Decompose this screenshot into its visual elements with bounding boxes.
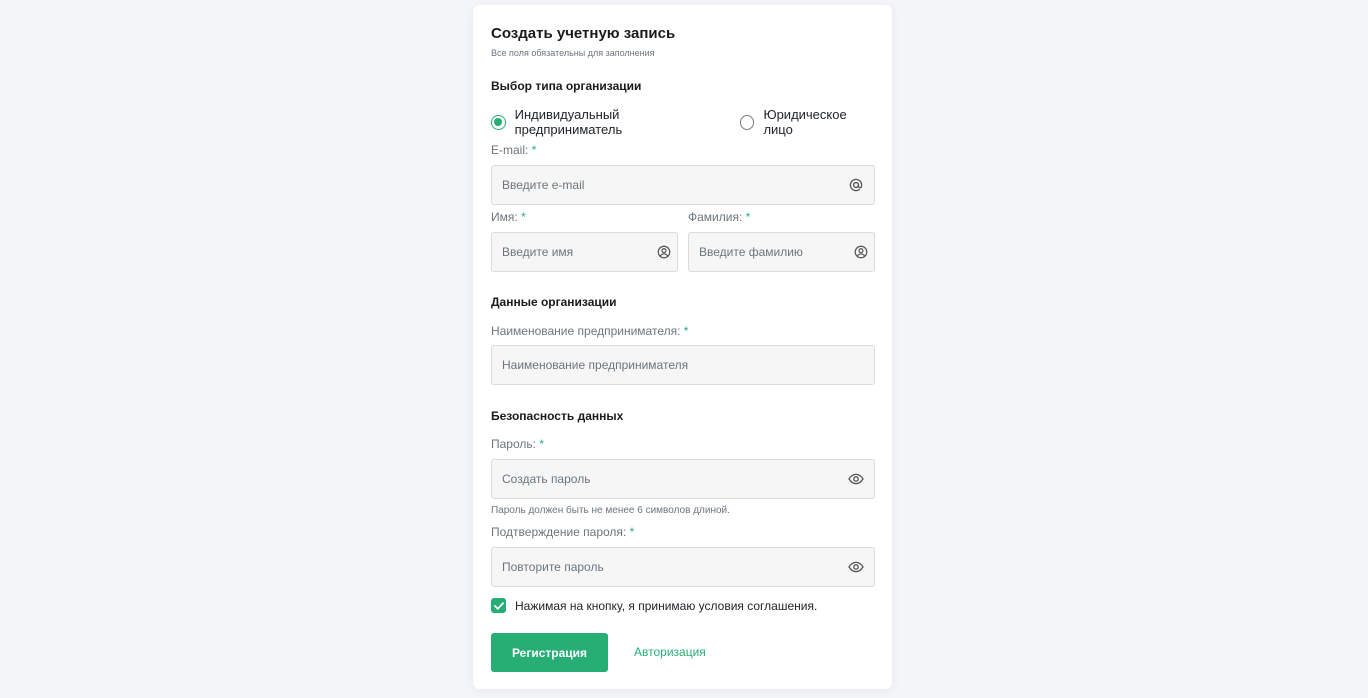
email-field-wrapper	[491, 165, 875, 205]
page-subtitle: Все поля обязательны для заполнения	[491, 48, 655, 58]
security-heading: Безопасность данных	[491, 409, 624, 423]
registration-card: Создать учетную запись Все поля обязател…	[473, 5, 892, 689]
org-name-field-wrapper	[491, 345, 875, 385]
register-button[interactable]: Регистрация	[491, 633, 608, 672]
first-name-field-wrapper	[491, 232, 678, 272]
eye-icon[interactable]	[848, 471, 864, 487]
login-link[interactable]: Авторизация	[634, 645, 706, 659]
password-hint: Пароль должен быть не менее 6 символов д…	[491, 505, 730, 516]
first-name-field[interactable]	[502, 245, 657, 259]
org-type-heading: Выбор типа организации	[491, 79, 642, 93]
check-icon	[493, 601, 504, 610]
email-field[interactable]	[502, 178, 848, 192]
radio-legal-entity[interactable]	[739, 114, 755, 130]
org-type-radio-group: Индивидуальный предприниматель Юридическ…	[491, 107, 892, 137]
required-mark: *	[539, 437, 544, 451]
page-title: Создать учетную запись	[491, 25, 676, 42]
org-name-field[interactable]	[502, 358, 864, 372]
required-mark: *	[683, 324, 689, 338]
last-name-field-wrapper	[688, 232, 875, 272]
confirm-password-field[interactable]	[502, 560, 848, 574]
user-circle-icon	[854, 244, 868, 260]
required-mark: *	[629, 525, 635, 539]
radio-individual[interactable]	[491, 114, 506, 130]
password-label: Пароль: *	[491, 437, 544, 451]
user-circle-icon	[657, 244, 671, 260]
agreement-row: Нажимая на кнопку, я принимаю условия со…	[491, 598, 817, 613]
first-name-label: Имя: *	[491, 210, 526, 224]
agreement-label[interactable]: Нажимая на кнопку, я принимаю условия со…	[515, 599, 817, 613]
last-name-label: Фамилия: *	[688, 210, 751, 224]
radio-legal-entity-label[interactable]: Юридическое лицо	[763, 107, 876, 137]
confirm-password-label: Подтверждение пароля: *	[491, 525, 635, 539]
password-field-wrapper	[491, 459, 875, 499]
agreement-checkbox[interactable]	[491, 598, 506, 613]
email-label: E-mail: *	[491, 143, 537, 157]
required-mark: *	[521, 210, 526, 224]
required-mark: *	[531, 143, 537, 157]
last-name-field[interactable]	[699, 245, 854, 259]
confirm-password-field-wrapper	[491, 547, 875, 587]
required-mark: *	[745, 210, 751, 224]
org-data-heading: Данные организации	[491, 295, 617, 309]
eye-icon[interactable]	[848, 559, 864, 575]
org-name-label: Наименование предпринимателя: *	[491, 324, 689, 338]
radio-individual-label[interactable]: Индивидуальный предприниматель	[515, 107, 724, 137]
at-icon	[848, 177, 864, 193]
password-field[interactable]	[502, 472, 848, 486]
